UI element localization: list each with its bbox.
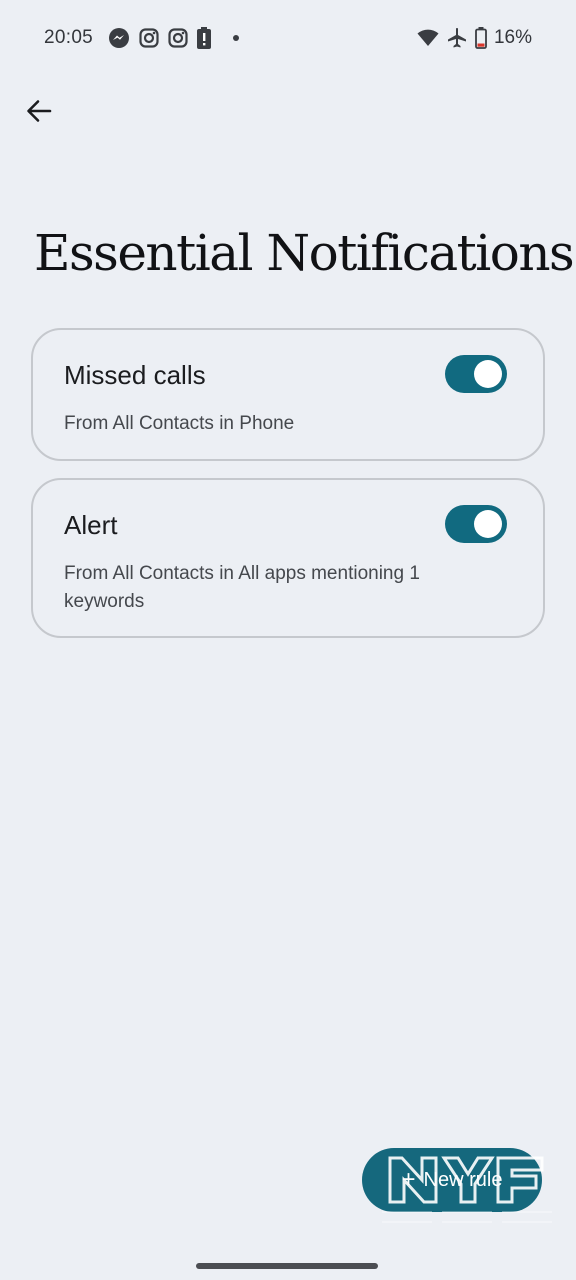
back-button[interactable]	[18, 92, 60, 134]
rule-card-alert[interactable]: Alert From All Contacts in All apps ment…	[31, 478, 545, 638]
status-right: 16%	[417, 27, 532, 49]
gesture-nav-handle[interactable]	[196, 1263, 378, 1269]
toggle-knob	[474, 510, 502, 538]
wifi-icon	[417, 29, 439, 47]
new-rule-label: New rule	[423, 1168, 503, 1191]
plus-icon: +	[401, 1166, 416, 1193]
rule-title: Missed calls	[64, 360, 206, 390]
battery-percentage: 16%	[493, 27, 532, 48]
arrow-back-icon	[26, 98, 52, 129]
battery-alert-icon	[197, 27, 212, 49]
screen: 20:05 16% Essential Notifications Missed…	[0, 0, 576, 1280]
airplane-mode-icon	[446, 27, 468, 49]
status-time: 20:05	[44, 27, 94, 48]
toggle-knob	[474, 360, 502, 388]
rule-card-missed-calls[interactable]: Missed calls From All Contacts in Phone	[31, 328, 545, 461]
page-title: Essential Notifications	[34, 224, 575, 282]
status-left: 20:05	[44, 27, 240, 49]
instagram-icon	[139, 28, 159, 48]
instagram-icon	[168, 28, 188, 48]
dot-icon	[232, 34, 240, 42]
new-rule-button[interactable]: + New rule	[362, 1148, 542, 1212]
rule-description: From All Contacts in Phone	[64, 413, 295, 434]
rule-description: From All Contacts in All apps mentioning…	[64, 563, 420, 612]
messenger-icon	[108, 27, 130, 49]
rule-toggle-missed-calls[interactable]	[445, 355, 507, 393]
rule-toggle-alert[interactable]	[445, 505, 507, 543]
status-bar: 20:05 16%	[0, 0, 576, 76]
rule-title: Alert	[64, 510, 118, 540]
battery-icon	[475, 27, 487, 49]
